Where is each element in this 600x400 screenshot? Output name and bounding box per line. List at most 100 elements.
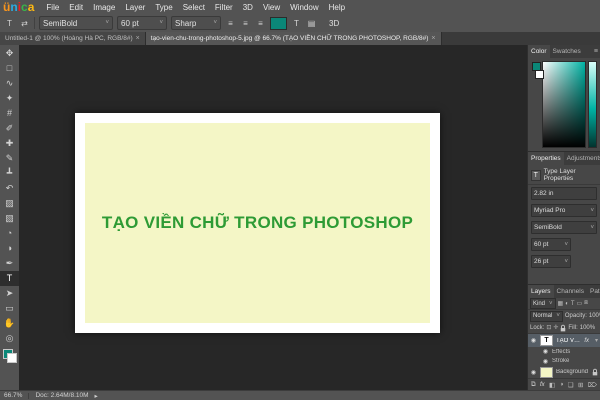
brush-tool[interactable]: ✎ [0,151,19,166]
tab-swatches[interactable]: Swatches [550,45,584,58]
anti-alias-select[interactable]: Sharp ˅ [171,16,221,30]
menu-select[interactable]: Select [178,3,210,12]
menu-help[interactable]: Help [324,3,350,12]
lock-transparency-icon[interactable]: ⊡ [546,324,551,331]
fill-value[interactable]: 100% [580,325,595,331]
history-brush-tool[interactable]: ↶ [0,181,19,196]
align-right-icon[interactable]: ≡ [255,19,266,28]
link-layers-icon[interactable]: ⧉ [531,381,536,389]
tab-channels[interactable]: Channels [554,285,587,298]
triangle-down-icon[interactable]: ▾ [595,337,598,344]
canvas-area[interactable]: TẠO VIỀN CHỮ TRONG PHOTOSHOP [19,45,528,391]
font-family-select[interactable]: Myriad Pro ˅ [531,204,597,217]
path-selection-tool[interactable]: ➤ [0,286,19,301]
menu-type[interactable]: Type [150,3,177,12]
font-size-select[interactable]: 60 pt ˅ [117,16,167,30]
toggle-panels-icon[interactable]: ▤ [306,19,317,28]
background-color-chip[interactable] [6,353,17,363]
tab-paths[interactable]: Paths [587,285,600,298]
delete-layer-icon[interactable]: ⌦ [588,381,597,389]
move-tool[interactable]: ✥ [0,46,19,61]
menu-file[interactable]: File [41,3,64,12]
close-icon[interactable]: × [136,35,140,42]
filter-shape-icon[interactable]: ▭ [577,300,583,307]
text-color-swatch[interactable] [270,16,287,30]
opacity-value[interactable]: 100% [589,313,600,319]
panel-menu-icon[interactable]: ≡ [592,45,600,58]
fx-badge[interactable]: fx [584,338,589,344]
doc-tab-active[interactable]: tạo-vien-chu-trong-photoshop-5.jpg @ 66.… [145,32,442,45]
font-size-field[interactable]: 60 pt ˅ [531,238,571,251]
leading-field[interactable]: 26 pt ˅ [531,255,571,268]
layer-row-effects[interactable]: ◉ Effects [528,347,600,357]
zoom-tool[interactable]: ◎ [0,331,19,346]
crop-tool[interactable]: # [0,106,19,121]
transform-width-field[interactable]: 2.82 in [531,187,597,200]
filter-pixel-icon[interactable]: ▦ [558,300,564,307]
align-center-icon[interactable]: ≡ [240,19,251,28]
text-orientation-icon[interactable]: ⇄ [19,19,30,28]
menu-3d[interactable]: 3D [238,3,258,12]
mini-background-chip[interactable] [535,70,544,79]
kind-filter-select[interactable]: Kind ˅ [530,298,556,310]
eraser-tool[interactable]: ▨ [0,196,19,211]
workspace-3d-label[interactable]: 3D [329,19,339,28]
font-style-select[interactable]: SemiBold ˅ [39,16,113,30]
close-icon[interactable]: × [431,35,435,42]
visibility-eye-icon[interactable]: ◉ [530,369,537,376]
layer-row-background[interactable]: ◉ Background [528,366,600,378]
menu-image[interactable]: Image [88,3,120,12]
tab-layers[interactable]: Layers [528,285,554,298]
saturation-brightness-gradient[interactable] [542,61,586,148]
menu-window[interactable]: Window [285,3,323,12]
transform-width-value: 2.82 in [534,190,554,197]
doc-tab-untitled[interactable]: Untitled-1 @ 100% (Hoàng Hà PC, RGB/8#) … [0,32,146,45]
marquee-tool[interactable]: □ [0,61,19,76]
font-style-select-props[interactable]: SemiBold ˅ [531,221,597,234]
filter-smart-icon[interactable]: ⧈ [584,300,588,307]
filter-type-icon[interactable]: T [571,301,575,307]
gradient-tool[interactable]: ▧ [0,211,19,226]
menu-layer[interactable]: Layer [120,3,150,12]
menu-filter[interactable]: Filter [210,3,238,12]
adjustment-layer-icon[interactable]: ◑ [560,381,564,388]
layer-row-text[interactable]: ◉ T TẠO VIỀN CHỮ TRONG... fx ▾ [528,334,600,347]
visibility-eye-icon[interactable]: ◉ [530,337,537,344]
lock-position-icon[interactable]: ✛ [553,324,558,331]
healing-brush-tool[interactable]: ✚ [0,136,19,151]
blend-mode-select[interactable]: Normal ˅ [530,310,563,322]
layer-style-icon[interactable]: fx [540,382,545,388]
add-mask-icon[interactable]: ◧ [549,381,555,389]
hand-tool[interactable]: ✋ [0,316,19,331]
hue-slider[interactable] [588,61,597,148]
tab-properties[interactable]: Properties [528,152,564,165]
tab-adjustments[interactable]: Adjustments [564,152,600,165]
filter-adjustment-icon[interactable]: ◐ [565,301,569,307]
shape-tool[interactable]: ▭ [0,301,19,316]
layer-row-stroke[interactable]: ◉ Stroke [528,356,600,366]
document-image[interactable]: TẠO VIỀN CHỮ TRONG PHOTOSHOP [75,113,440,333]
properties-header: T Type Layer Properties [528,165,600,185]
eyedropper-tool[interactable]: ✐ [0,121,19,136]
tool-preset-icon[interactable]: T [4,19,15,28]
type-tool[interactable]: T [0,271,19,286]
pen-tool[interactable]: ✒ [0,256,19,271]
lock-icon[interactable] [560,324,566,332]
menu-edit[interactable]: Edit [64,3,88,12]
quick-selection-tool[interactable]: ✦ [0,91,19,106]
lasso-tool[interactable]: ∿ [0,76,19,91]
new-layer-icon[interactable]: ⊞ [578,381,583,389]
dodge-tool[interactable]: ◑ [0,241,19,256]
visibility-eye-icon[interactable]: ◉ [542,348,549,355]
zoom-level[interactable]: 66.7% [4,392,22,399]
warp-text-icon[interactable]: T [291,19,302,28]
align-left-icon[interactable]: ≡ [225,19,236,28]
layer-name: TẠO VIỀN CHỮ TRONG... [556,337,581,344]
status-chevron-icon[interactable]: ▸ [95,392,98,400]
new-group-icon[interactable]: ❏ [568,381,574,389]
visibility-eye-icon[interactable]: ◉ [542,358,549,365]
tab-color[interactable]: Color [528,45,550,58]
clone-stamp-tool[interactable]: ┻ [0,166,19,181]
blur-tool[interactable]: ◔ [0,226,19,241]
menu-view[interactable]: View [258,3,285,12]
